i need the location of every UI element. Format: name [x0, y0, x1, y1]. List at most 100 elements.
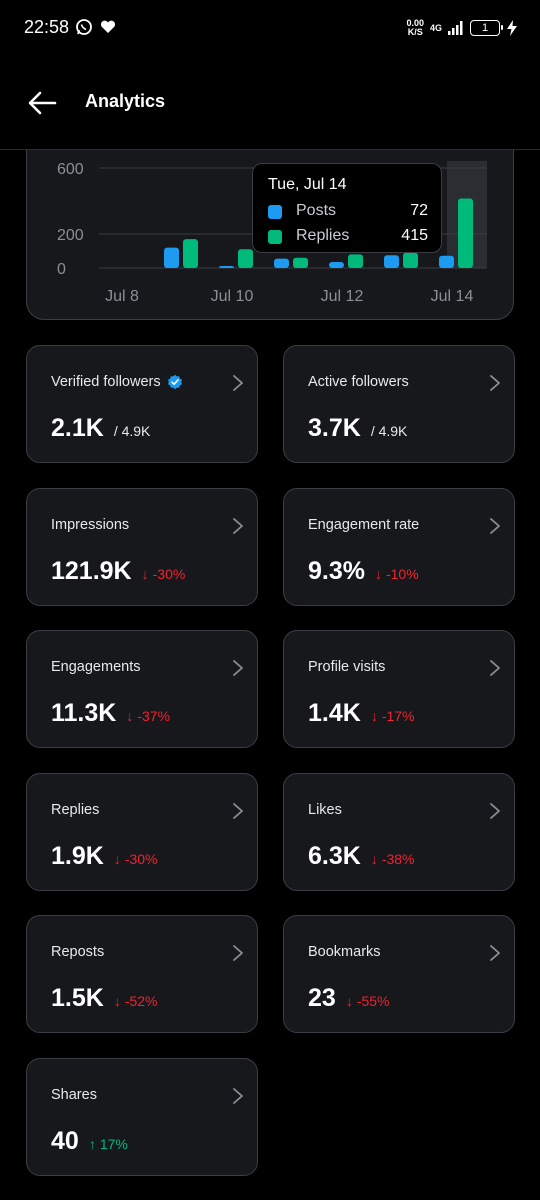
arrow-down-icon: ↓: [345, 993, 353, 1009]
status-right: 0.00 K/S 4G 1: [406, 15, 518, 41]
stat-value: 1.5K: [51, 984, 104, 1012]
stat-change-value: -30%: [152, 566, 186, 582]
bar-replies[interactable]: [348, 254, 363, 268]
stat-card-active-followers[interactable]: Active followers 3.7K / 4.9K: [283, 345, 515, 463]
x-tick-label: Jul 12: [321, 288, 364, 305]
stat-value-row: 23 ↓ -55%: [308, 984, 390, 1013]
stat-change: ↑ 17%: [89, 1136, 128, 1152]
bar-replies[interactable]: [238, 249, 253, 268]
status-bar: 22:58 0.00 K/S 4G 1: [0, 0, 540, 56]
chevron-right-icon: [233, 660, 243, 676]
stat-card-reposts[interactable]: Reposts 1.5K ↓ -52%: [26, 915, 258, 1033]
bar-posts[interactable]: [439, 255, 454, 268]
bar-posts[interactable]: [274, 258, 289, 268]
chevron-right-icon: [490, 660, 500, 676]
stat-label-text: Likes: [308, 802, 342, 818]
stat-value-row: 1.4K ↓ -17%: [308, 699, 415, 728]
stat-card-replies[interactable]: Replies 1.9K ↓ -30%: [26, 773, 258, 891]
stat-label: Active followers: [308, 374, 409, 390]
stat-value: 9.3%: [308, 557, 365, 585]
stat-value-row: 1.9K ↓ -30%: [51, 842, 158, 871]
stat-card-profile-visits[interactable]: Profile visits 1.4K ↓ -17%: [283, 630, 515, 748]
x-tick-label: Jul 14: [431, 288, 474, 305]
tooltip-label: Posts: [296, 202, 337, 219]
speed-unit: K/S: [407, 27, 423, 37]
stat-card-impressions[interactable]: Impressions 121.9K ↓ -30%: [26, 488, 258, 606]
battery-icon: 1: [470, 20, 503, 36]
stat-label: Replies: [51, 802, 99, 818]
stat-card-verified-followers[interactable]: Verified followers 2.1K / 4.9K: [26, 345, 258, 463]
tooltip-row-posts: Posts 72: [268, 202, 428, 222]
stat-value-row: 121.9K ↓ -30%: [51, 557, 185, 586]
x-tick-label: Jul 8: [105, 288, 139, 305]
battery-level: 1: [481, 22, 489, 34]
stat-change-value: -38%: [381, 851, 415, 867]
stat-label: Impressions: [51, 517, 129, 533]
bar-replies[interactable]: [403, 252, 418, 268]
tooltip-row-replies: Replies 415: [268, 227, 428, 247]
stat-value-row: 9.3% ↓ -10%: [308, 557, 419, 586]
y-tick-label: 200: [57, 227, 84, 244]
bar-posts[interactable]: [219, 265, 234, 268]
chevron-right-icon: [490, 375, 500, 391]
stat-value: 1.9K: [51, 842, 104, 870]
bar-posts[interactable]: [384, 255, 399, 268]
stat-change: ↓ -30%: [114, 851, 158, 867]
chart-tooltip: Tue, Jul 14 Posts 72 Replies 415: [252, 163, 442, 253]
arrow-down-icon: ↓: [141, 566, 149, 582]
stat-change-value: -55%: [356, 993, 390, 1009]
arrow-down-icon: ↓: [113, 851, 121, 867]
stat-card-likes[interactable]: Likes 6.3K ↓ -38%: [283, 773, 515, 891]
bar-posts[interactable]: [329, 262, 344, 268]
verified-badge-icon: [167, 374, 182, 390]
page-title: Analytics: [85, 91, 166, 111]
chevron-right-icon: [233, 375, 243, 391]
stat-card-engagement-rate[interactable]: Engagement rate 9.3% ↓ -10%: [283, 488, 515, 606]
bar-replies[interactable]: [458, 198, 473, 268]
stat-label: Engagement rate: [308, 517, 419, 533]
stat-label-text: Verified followers: [51, 374, 161, 390]
chevron-right-icon: [490, 803, 500, 819]
charging-icon: [507, 20, 517, 36]
arrow-up-icon: ↑: [88, 1136, 96, 1152]
stat-label: Likes: [308, 802, 342, 818]
arrow-down-icon: ↓: [374, 566, 382, 582]
stat-label: Shares: [51, 1087, 97, 1103]
y-tick-label: 600: [57, 161, 84, 178]
stat-value-row: 40 ↑ 17%: [51, 1127, 128, 1156]
stat-value-row: 11.3K ↓ -37%: [51, 699, 170, 728]
replies-swatch: [268, 230, 282, 244]
stat-label-text: Reposts: [51, 944, 105, 960]
bar-replies[interactable]: [183, 239, 198, 268]
stat-label-text: Shares: [51, 1087, 97, 1103]
stat-label: Reposts: [51, 944, 104, 960]
stat-value-row: 1.5K ↓ -52%: [51, 984, 158, 1013]
bar-replies[interactable]: [293, 257, 308, 268]
stat-value-row: 2.1K / 4.9K: [51, 414, 150, 443]
stat-label: Bookmarks: [308, 944, 381, 960]
back-arrow-icon[interactable]: [24, 86, 60, 120]
stat-change-value: -52%: [124, 993, 158, 1009]
stat-change: ↓ -30%: [142, 566, 186, 582]
stat-change: ↓ -55%: [346, 993, 390, 1009]
stat-change: ↓ -10%: [375, 566, 419, 582]
bar-posts[interactable]: [164, 247, 179, 268]
stat-change-value: -30%: [124, 851, 158, 867]
stat-card-engagements[interactable]: Engagements 11.3K ↓ -37%: [26, 630, 258, 748]
tooltip-value: 415: [401, 227, 428, 244]
posts-swatch: [268, 205, 282, 219]
stat-change-value: -37%: [137, 708, 171, 724]
stat-card-bookmarks[interactable]: Bookmarks 23 ↓ -55%: [283, 915, 515, 1033]
chevron-right-icon: [233, 803, 243, 819]
x-tick-label: Jul 10: [211, 288, 254, 305]
stat-value: 6.3K: [308, 842, 361, 870]
stat-label-text: Bookmarks: [308, 944, 381, 960]
stat-change: ↓ -17%: [371, 708, 415, 724]
network-type: 4G: [430, 23, 442, 33]
stat-total: / 4.9K: [370, 423, 408, 439]
app-header: Analytics: [0, 56, 540, 150]
tooltip-date: Tue, Jul 14: [268, 176, 347, 193]
heart-icon: [100, 20, 116, 33]
stat-card-shares[interactable]: Shares 40 ↑ 17%: [26, 1058, 258, 1176]
stat-label: Profile visits: [308, 659, 385, 675]
